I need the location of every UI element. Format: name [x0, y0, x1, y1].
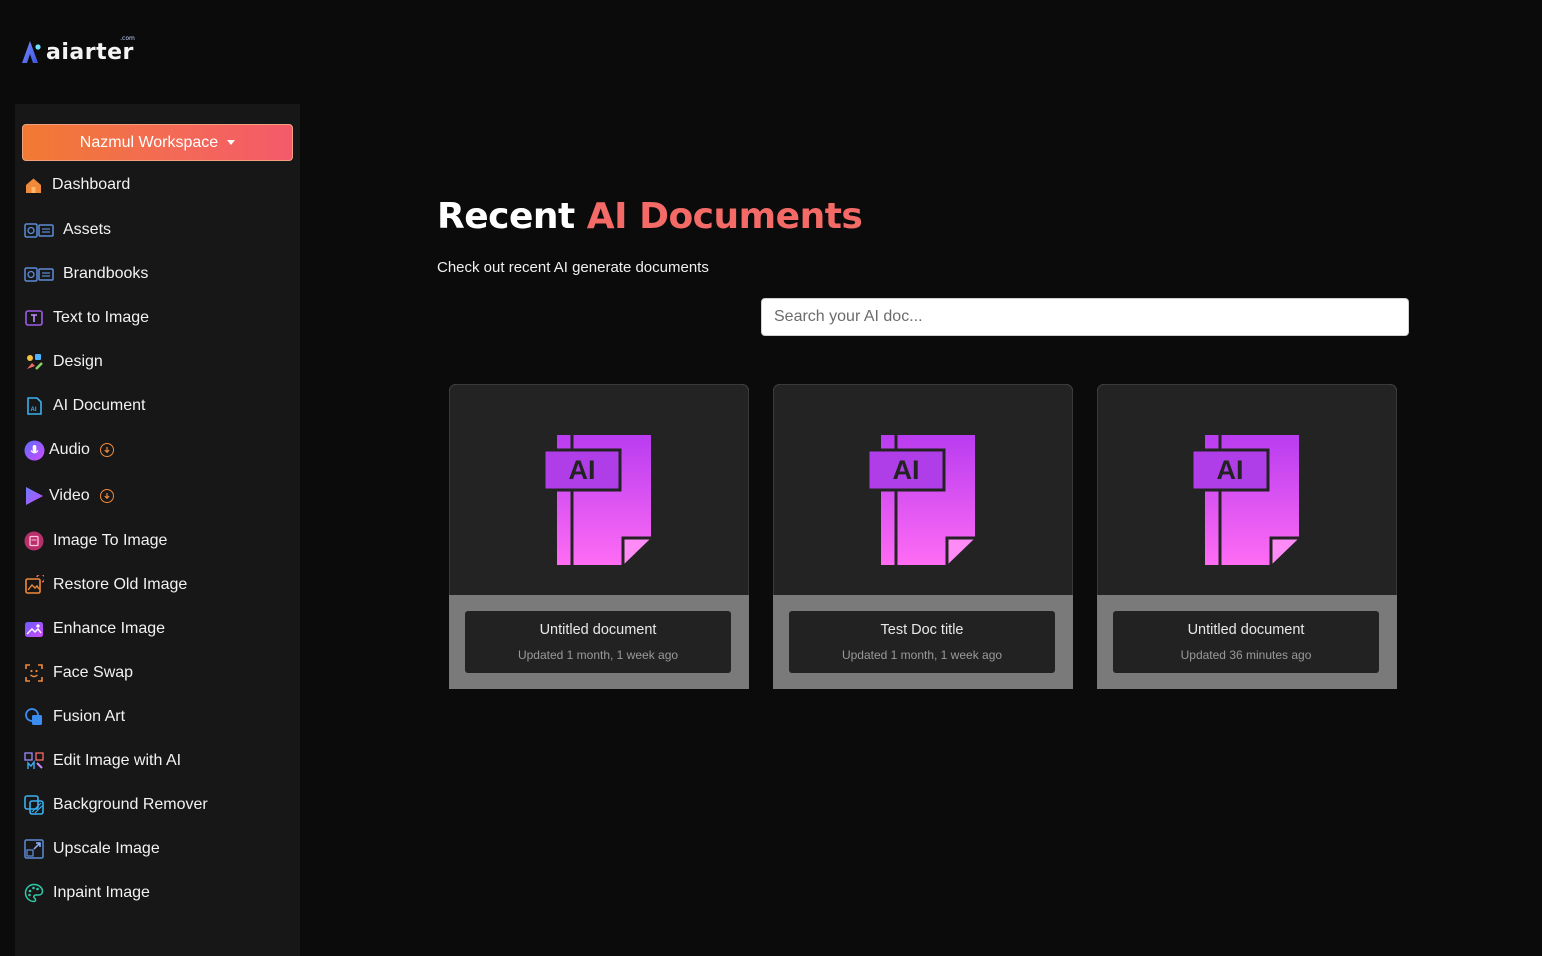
- page-title-part1: Recent: [437, 196, 575, 237]
- sidebar-item-label: Video: [49, 487, 90, 504]
- sidebar-item-label: Restore Old Image: [53, 576, 188, 593]
- sidebar-item-label: Upscale Image: [53, 840, 160, 857]
- workspace-dropdown-button[interactable]: Nazmul Workspace: [22, 124, 293, 161]
- brand-name: aiarter .com: [46, 34, 135, 65]
- sidebar-item-edit-image-with-ai[interactable]: Edit Image with AI: [24, 746, 181, 776]
- sidebar-item-label: Assets: [63, 221, 112, 238]
- fusion-art-icon: [24, 707, 44, 727]
- enhance-image-icon: [24, 619, 44, 639]
- sidebar-item-brandbooks[interactable]: Brandbooks: [24, 259, 148, 289]
- home-icon: [24, 176, 43, 195]
- sidebar-item-label: Inpaint Image: [53, 884, 150, 901]
- sidebar-item-text-to-image[interactable]: Text to Image: [24, 303, 149, 333]
- sidebar-item-design[interactable]: Design: [24, 347, 103, 377]
- sidebar-item-image-to-image[interactable]: Image To Image: [24, 526, 167, 556]
- download-icon: [99, 489, 114, 503]
- document-updated: Updated 1 month, 1 week ago: [517, 648, 679, 662]
- sidebar-item-ai-document[interactable]: AI AI Document: [24, 391, 145, 421]
- restore-image-icon: [24, 575, 44, 595]
- sidebar-item-background-remover[interactable]: Background Remover: [24, 790, 208, 820]
- edit-image-icon: [24, 751, 44, 771]
- sidebar-item-label: Fusion Art: [53, 708, 126, 725]
- audio-icon: [24, 440, 45, 461]
- sidebar-item-label: AI Document: [53, 397, 146, 414]
- inpaint-image-icon: [24, 883, 44, 903]
- sidebar-item-video[interactable]: Video: [24, 481, 114, 511]
- sidebar: Nazmul Workspace Dashboard Assets Brandb…: [15, 104, 300, 956]
- ai-icon-text: AI: [1217, 455, 1244, 485]
- text-to-image-icon: [24, 308, 44, 328]
- sidebar-item-dashboard[interactable]: Dashboard: [24, 170, 130, 200]
- sidebar-item-label: Image To Image: [53, 532, 168, 549]
- ai-icon-text: AI: [569, 455, 596, 485]
- sidebar-item-label: Background Remover: [53, 796, 208, 813]
- document-info: Untitled document Updated 36 minutes ago: [1113, 611, 1379, 673]
- page-title-part2: AI Documents: [586, 196, 863, 237]
- upscale-image-icon: [24, 839, 44, 859]
- brand-logo[interactable]: aiarter .com: [20, 34, 135, 66]
- design-icon: [24, 352, 44, 372]
- sidebar-item-fusion-art[interactable]: Fusion Art: [24, 702, 125, 732]
- sidebar-item-label: Face Swap: [53, 664, 134, 681]
- sidebar-item-assets[interactable]: Assets: [24, 215, 111, 245]
- caret-down-icon: [227, 140, 236, 145]
- sidebar-item-label: Edit Image with AI: [53, 752, 182, 769]
- download-icon: [99, 443, 114, 457]
- sidebar-item-label: Dashboard: [52, 176, 131, 193]
- sidebar-item-label: Audio: [49, 441, 90, 458]
- document-title: Untitled document: [1187, 622, 1305, 638]
- page-title: Recent AI Documents: [437, 196, 863, 237]
- document-updated: Updated 1 month, 1 week ago: [841, 648, 1003, 662]
- sidebar-item-label: Design: [53, 353, 103, 370]
- image-to-image-icon: [24, 531, 44, 551]
- ai-document-icon: AI: [1191, 435, 1299, 565]
- sidebar-item-enhance-image[interactable]: Enhance Image: [24, 614, 165, 644]
- sidebar-item-audio[interactable]: Audio: [24, 435, 114, 465]
- document-card[interactable]: AI Untitled document Updated 36 minutes …: [1097, 384, 1397, 689]
- document-title: Test Doc title: [880, 622, 964, 638]
- document-info: Untitled document Updated 1 month, 1 wee…: [465, 611, 731, 673]
- document-info: Test Doc title Updated 1 month, 1 week a…: [789, 611, 1055, 673]
- sidebar-item-label: Brandbooks: [63, 265, 149, 282]
- brandbooks-icon: [24, 266, 54, 283]
- ai-icon-text: AI: [893, 455, 920, 485]
- background-remover-icon: [24, 795, 44, 815]
- sidebar-item-inpaint-image[interactable]: Inpaint Image: [24, 878, 150, 908]
- assets-icon: [24, 222, 54, 239]
- sidebar-item-label: Text to Image: [53, 309, 150, 326]
- document-title: Untitled document: [539, 622, 657, 638]
- ai-document-icon: AI: [543, 435, 651, 565]
- workspace-label: Nazmul Workspace: [79, 133, 219, 151]
- svg-text:AI: AI: [31, 407, 37, 413]
- face-swap-icon: [24, 663, 44, 683]
- page-subtitle: Check out recent AI generate documents: [437, 259, 709, 276]
- document-updated: Updated 36 minutes ago: [1180, 648, 1312, 662]
- aiarter-logo-icon: [22, 41, 41, 63]
- sidebar-item-label: Enhance Image: [53, 620, 166, 637]
- document-card[interactable]: AI Test Doc title Updated 1 month, 1 wee…: [773, 384, 1073, 689]
- document-card[interactable]: AI Untitled document Updated 1 month, 1 …: [449, 384, 749, 689]
- ai-document-icon: AI: [24, 396, 44, 416]
- search-input[interactable]: [761, 298, 1409, 336]
- video-icon: [24, 486, 44, 506]
- sidebar-item-restore-old-image[interactable]: Restore Old Image: [24, 570, 187, 600]
- sidebar-item-upscale-image[interactable]: Upscale Image: [24, 834, 160, 864]
- ai-document-icon: AI: [867, 435, 975, 565]
- brand-tld: .com: [120, 34, 135, 42]
- sidebar-item-face-swap[interactable]: Face Swap: [24, 658, 133, 688]
